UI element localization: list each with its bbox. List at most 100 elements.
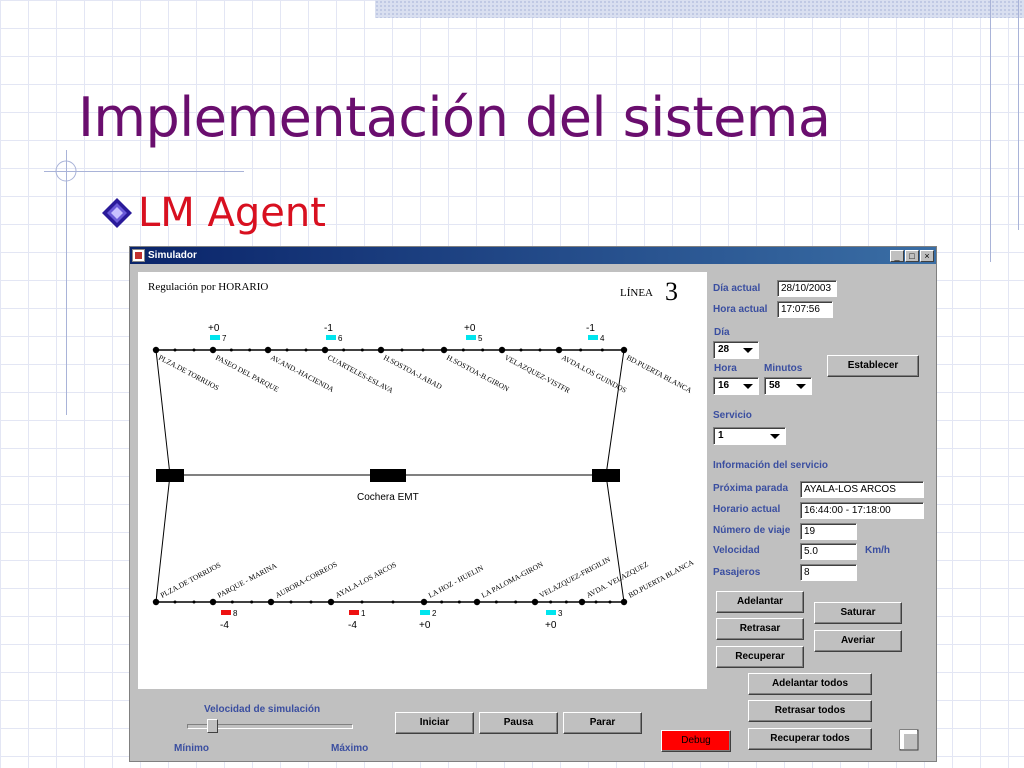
stop-dot [420,598,428,606]
minor-stop-dot [564,600,568,604]
chevron-down-icon [796,384,806,389]
stop-label: PARQUE - MARINA [216,561,279,600]
bus-id: 5 [478,334,483,343]
minor-stop-dot [608,600,612,604]
stop-label: PLZA.DE TORRIJOS [157,353,221,393]
connector-line [155,349,171,476]
minor-stop-dot [579,348,583,352]
adelantar-button[interactable]: Adelantar [716,591,804,613]
decorative-band [375,0,1024,18]
stop-dot [152,598,160,606]
servicio-select[interactable]: 1 [713,427,786,445]
minor-stop-dot [457,600,461,604]
minor-stop-dot [360,348,364,352]
diamond-bullet-icon [102,198,132,228]
pausa-button[interactable]: Pausa [479,712,558,734]
velocidad-field[interactable]: 5.0 [800,543,857,560]
slider-thumb[interactable] [207,719,218,733]
bus-deviation: -4 [348,620,357,631]
numero-viaje-label: Número de viaje [713,525,791,536]
minor-stop-dot [400,348,404,352]
bus-marker [420,610,430,615]
bus-marker [221,610,231,615]
bus-id: 3 [558,609,563,618]
minor-stop-dot [494,600,498,604]
minor-stop-dot [173,600,177,604]
horario-actual-label: Horario actual [713,504,781,515]
hora-label: Hora [714,363,737,374]
bus-id: 1 [361,609,366,618]
route-map: Regulación por HORARIO LÍNEA 3 Cochera E… [148,277,696,631]
stop-label: LA HOZ - HUELIN [427,563,486,600]
dia-select[interactable]: 28 [713,341,759,359]
minor-stop-dot [549,600,553,604]
depot-label: Cochera EMT [357,492,419,503]
retrasar-todos-button[interactable]: Retrasar todos [748,700,872,722]
bus-id: 4 [600,334,605,343]
dia-select-value: 28 [718,344,730,355]
minutos-select-value: 58 [769,380,781,391]
stop-label: LA PALOMA-GIRON [480,559,545,599]
dia-actual-field[interactable]: 28/10/2003 [777,280,837,297]
parar-button[interactable]: Parar [563,712,642,734]
recuperar-button[interactable]: Recuperar [716,646,804,668]
hora-actual-field[interactable]: 17:07:56 [777,301,833,318]
averiar-button[interactable]: Averiar [814,630,902,652]
minimize-button[interactable]: _ [890,249,904,262]
hora-select[interactable]: 16 [713,377,759,395]
establecer-button[interactable]: Establecer [827,355,919,377]
stop-label: PLZA.DE TORRIJOS [159,560,223,600]
stop-dot [531,598,539,606]
bus-marker [349,610,359,615]
stop-label: AURORA-CORREOS [274,560,339,600]
bullet-item: LM Agent [100,190,326,236]
stop-dot [578,598,586,606]
bus-marker [546,610,556,615]
stop-dot [498,346,506,354]
stop-label: H.SOSTOA-B.GIRON [445,353,511,394]
adelantar-todos-button[interactable]: Adelantar todos [748,673,872,695]
minor-stop-dot [519,348,523,352]
minor-stop-dot [594,600,598,604]
chevron-down-icon [743,348,753,353]
pasajeros-field[interactable]: 8 [800,564,857,581]
bus-deviation: -4 [220,620,229,631]
minutos-select[interactable]: 58 [764,377,812,395]
close-button[interactable]: × [920,249,934,262]
speed-slider[interactable] [187,719,353,733]
minor-stop-dot [304,348,308,352]
maximize-button[interactable]: □ [905,249,919,262]
stop-label: AYALA-LOS ARCOS [334,560,398,600]
decorative-line [990,0,991,262]
saturar-button[interactable]: Saturar [814,602,902,624]
bus-id: 2 [432,609,437,618]
depot-block-left [156,469,184,482]
bullet-text: LM Agent [138,190,326,236]
bus-marker [326,335,336,340]
minor-stop-dot [391,600,395,604]
debug-button[interactable]: Debug [661,730,731,752]
decorative-circle [55,160,77,182]
iniciar-button[interactable]: Iniciar [395,712,474,734]
stop-dot [377,346,385,354]
dia-label: Día [714,327,730,338]
line-label: LÍNEA [620,287,653,299]
velocidad-unit: Km/h [865,545,890,556]
decorative-line [1018,0,1019,230]
bus-id: 6 [338,334,343,343]
recuperar-todos-button[interactable]: Recuperar todos [748,728,872,750]
bus-marker [466,335,476,340]
window-titlebar[interactable]: Simulador _ □ × [130,247,936,264]
minor-stop-dot [440,600,444,604]
connector-line [605,349,625,476]
numero-viaje-field[interactable]: 19 [800,523,857,540]
simulator-window: Simulador _ □ × Regulación por HORARIO L… [129,246,937,762]
horario-actual-field[interactable]: 16:44:00 - 17:18:00 [800,502,924,519]
retrasar-button[interactable]: Retrasar [716,618,804,640]
dia-actual-label: Día actual [713,283,761,294]
connector-line [155,474,171,603]
resize-grip-icon[interactable] [899,729,919,751]
proxima-parada-field[interactable]: AYALA-LOS ARCOS [800,481,924,498]
servicio-label: Servicio [713,410,752,421]
minor-stop-dot [230,600,234,604]
